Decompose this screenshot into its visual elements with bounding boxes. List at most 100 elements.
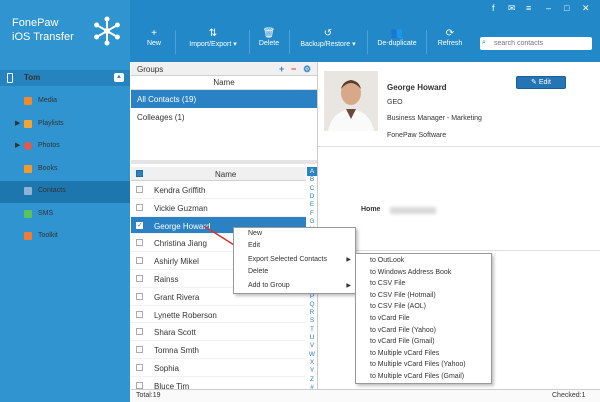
minimize-icon[interactable]: –	[546, 3, 551, 13]
contact-name-cell: Kendra Griffith	[154, 186, 206, 195]
sidebar-item-label: Toolkit	[38, 232, 58, 239]
row-checkbox[interactable]	[136, 239, 143, 247]
chat-icon[interactable]: ✉	[508, 3, 516, 14]
sidebar-item-photos[interactable]: ▶ Photos	[0, 136, 130, 158]
search-box[interactable]: ⌕	[480, 37, 592, 50]
refresh-icon: ⟳	[445, 28, 455, 39]
delete-label: Delete	[258, 40, 280, 47]
snowflake-logo-icon	[94, 16, 120, 46]
export-menu-item[interactable]: to Multiple vCard Files (Yahoo)	[370, 361, 466, 368]
import-export-label: Import/Export	[189, 41, 232, 48]
contact-name: George Howard	[387, 83, 447, 92]
contact-row[interactable]: Shara Scott	[131, 323, 306, 342]
sidebar-item-sms[interactable]: SMS	[0, 204, 130, 226]
menu-item-new[interactable]: New	[248, 230, 262, 237]
export-menu-item[interactable]: to CSV File	[370, 280, 405, 287]
contact-row[interactable]: Lynette Roberson	[131, 306, 306, 324]
export-menu-item[interactable]: to vCard File (Yahoo)	[370, 327, 436, 334]
import-export-button[interactable]: ⇅ Import/Export ▾	[180, 28, 246, 56]
sms-icon	[24, 210, 32, 218]
refresh-button[interactable]: ⟳ Refresh	[432, 28, 468, 56]
sidebar-item-label: Photos	[38, 142, 60, 149]
row-checkbox[interactable]: ✓	[136, 221, 143, 229]
checked-count: Checked:1	[552, 392, 586, 399]
export-menu-item[interactable]: to CSV File (Hotmail)	[370, 292, 436, 299]
device-row[interactable]	[0, 70, 130, 86]
delete-button[interactable]: 🗑 Delete	[253, 28, 285, 56]
row-checkbox[interactable]	[136, 275, 143, 282]
detail-divider	[318, 250, 600, 251]
edit-button[interactable]: ✎ Edit	[516, 76, 566, 89]
group-item-colleages[interactable]: Colleages (1)	[131, 108, 317, 126]
row-checkbox[interactable]	[136, 310, 143, 318]
contact-name-cell: Ashirly Mikel	[154, 257, 199, 267]
export-menu-item[interactable]: to vCard File (Gmail)	[370, 338, 435, 345]
close-icon[interactable]: ✕	[582, 3, 590, 14]
contact-name-cell: Tomna Smth	[154, 346, 199, 356]
search-input[interactable]	[494, 38, 590, 49]
row-checkbox[interactable]	[136, 381, 143, 389]
row-checkbox[interactable]	[136, 203, 143, 211]
export-menu-item[interactable]: to Multiple vCard Files (Gmail)	[370, 373, 464, 380]
deduplicate-label: De-duplicate	[377, 40, 417, 47]
submenu-arrow-icon: ▶	[346, 257, 351, 263]
export-menu-item[interactable]: to Multiple vCard Files	[370, 350, 439, 357]
toolbar-divider	[249, 30, 250, 54]
group-item-all-contacts[interactable]: All Contacts (19)	[131, 90, 317, 108]
export-menu-item[interactable]: to CSV File (AOL)	[370, 303, 426, 310]
row-checkbox[interactable]	[136, 292, 143, 300]
deduplicate-button[interactable]: 👥 De-duplicate	[372, 28, 422, 56]
contact-row[interactable]: Tomna Smth	[131, 341, 306, 359]
export-menu-item[interactable]: to vCard File	[370, 315, 410, 322]
contact-row[interactable]: Vickie Guzman	[131, 199, 306, 217]
contact-name-cell: Grant Rivera	[154, 292, 200, 302]
groups-header: Groups	[131, 62, 317, 76]
group-settings-icon[interactable]: ⚙	[303, 64, 311, 75]
toolbar-divider	[175, 30, 176, 54]
contacts-header: Name	[131, 167, 306, 181]
contact-company: FonePaw Software	[387, 132, 447, 139]
row-checkbox[interactable]	[136, 257, 143, 265]
row-checkbox[interactable]	[136, 364, 143, 371]
refresh-label: Refresh	[437, 40, 463, 47]
row-checkbox[interactable]	[136, 328, 143, 336]
row-checkbox[interactable]	[136, 346, 143, 354]
export-menu-item[interactable]: to OutLook	[370, 257, 404, 264]
expand-arrow-icon[interactable]: ▶	[15, 119, 20, 127]
facebook-icon[interactable]: f	[492, 3, 495, 13]
toolbar-divider	[367, 30, 368, 54]
brand-line-2: iOS Transfer	[12, 31, 74, 43]
maximize-icon[interactable]: □	[564, 3, 569, 13]
new-button[interactable]: + New	[138, 28, 170, 56]
panel-splitter[interactable]	[131, 160, 317, 164]
menu-item-export-selected[interactable]: Export Selected Contacts	[248, 256, 327, 263]
add-group-icon[interactable]: +	[279, 64, 284, 74]
backup-icon: ↺	[323, 28, 333, 39]
sidebar-item-books[interactable]: Books	[0, 159, 130, 181]
sidebar-item-label: Playlists	[38, 120, 64, 127]
menu-item-delete[interactable]: Delete	[248, 268, 268, 275]
row-checkbox[interactable]	[136, 186, 143, 193]
expand-arrow-icon[interactable]: ▶	[15, 141, 20, 149]
sidebar-item-contacts[interactable]: Contacts	[0, 181, 130, 203]
menu-item-edit[interactable]: Edit	[248, 242, 260, 249]
select-all-checkbox[interactable]	[136, 170, 143, 177]
sidebar-item-playlists[interactable]: ▶ Playlists	[0, 114, 130, 136]
export-menu-item[interactable]: to Windows Address Book	[370, 269, 451, 276]
contact-name-cell: Shara Scott	[154, 328, 196, 338]
remove-group-icon[interactable]: −	[291, 64, 296, 74]
contact-row[interactable]: Kendra Griffith	[131, 181, 306, 199]
backup-restore-button[interactable]: ↺ Backup/Restore ▾	[292, 28, 364, 56]
sidebar-item-label: Media	[38, 97, 58, 104]
groups-column-header[interactable]: Name	[131, 77, 317, 90]
status-bar	[131, 389, 600, 402]
contact-row[interactable]: Sophia	[131, 359, 306, 377]
search-icon: ⌕	[482, 39, 486, 46]
eject-icon[interactable]: ▲	[114, 73, 124, 82]
contacts-icon	[24, 187, 32, 195]
sidebar-item-toolkit[interactable]: Toolkit	[0, 226, 130, 248]
menu-item-add-to-group[interactable]: Add to Group	[248, 282, 290, 289]
menu-icon[interactable]: ≡	[526, 3, 531, 13]
contacts-column-header[interactable]: Name	[215, 170, 236, 179]
sidebar-item-media[interactable]: Media	[0, 91, 130, 113]
